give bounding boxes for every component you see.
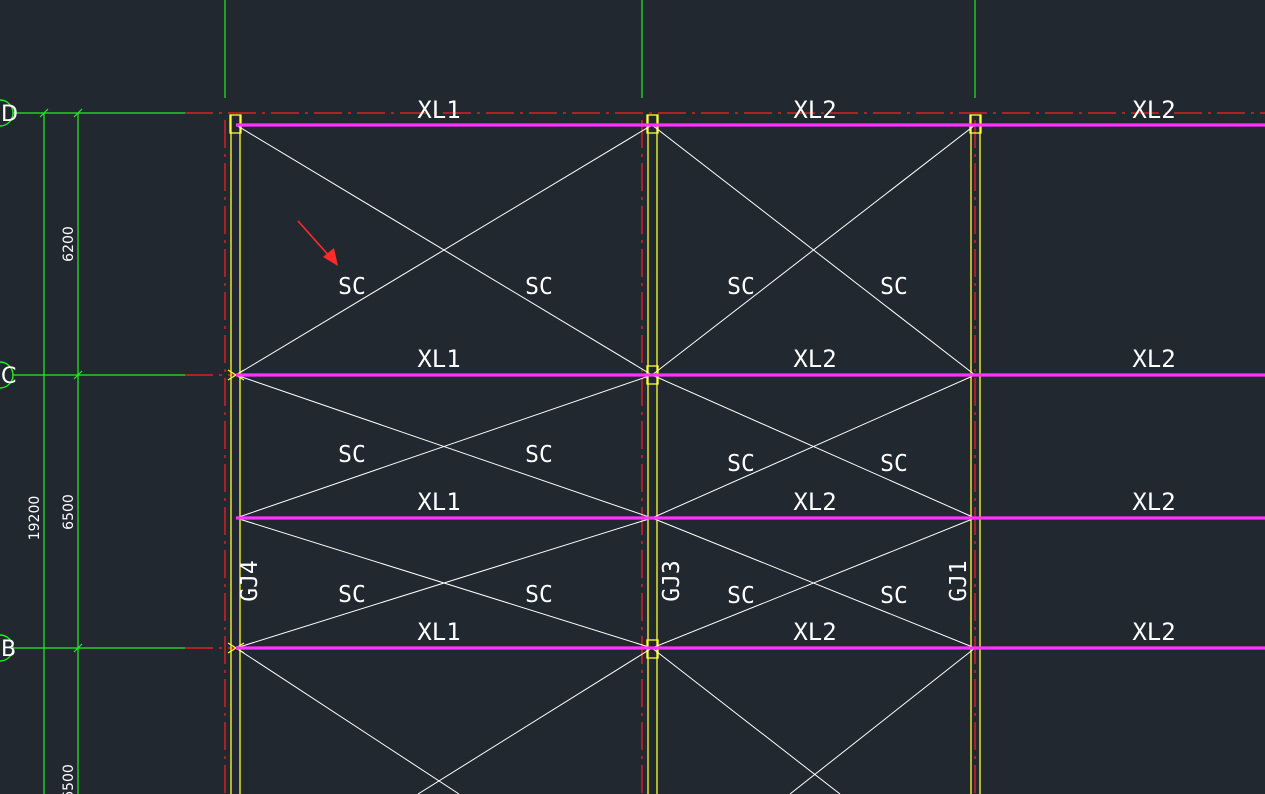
frame-label-gj3: GJ3 [659,560,685,602]
beam-label: XL2 [1132,345,1175,373]
bracing-label: SC [727,274,755,300]
dimension-total: 19200 [27,496,43,541]
beam-label: XL1 [417,345,460,373]
bracing-label: SC [727,451,755,477]
bracing-label: SC [880,583,908,609]
beam-label: XL1 [417,488,460,516]
dimension-middle-span: 6500 [61,494,77,530]
bracing-label: SC [338,582,366,608]
beam-label: XL2 [793,618,836,646]
beam-label: XL2 [1132,96,1175,124]
cad-drawing-canvas[interactable]: D C B 6200 6500 19200 6500 XL1 XL2 XL2 X… [0,0,1265,794]
frame-label-gj4: GJ4 [237,560,263,602]
bracing-label: SC [338,442,366,468]
bracing-label: SC [338,274,366,300]
bracing-label: SC [727,583,755,609]
beam-label: XL2 [1132,618,1175,646]
beam-label: XL1 [417,96,460,124]
axis-bubble-d-label: D [1,102,18,127]
beam-label: XL1 [417,618,460,646]
drawing-background [0,0,1265,794]
beam-label: XL2 [793,488,836,516]
frame-label-gj1: GJ1 [946,560,972,602]
beam-label: XL2 [793,345,836,373]
bracing-label: SC [880,451,908,477]
bracing-label: SC [525,442,553,468]
beam-label: XL2 [793,96,836,124]
dimension-bottom-span: 6500 [61,764,77,794]
bracing-label: SC [525,274,553,300]
bracing-label: SC [525,582,553,608]
bracing-label: SC [880,274,908,300]
axis-bubble-c-label: C [1,364,16,389]
dimension-top-span: 6200 [61,226,77,262]
axis-bubble-b-label: B [1,637,16,662]
beam-label: XL2 [1132,488,1175,516]
